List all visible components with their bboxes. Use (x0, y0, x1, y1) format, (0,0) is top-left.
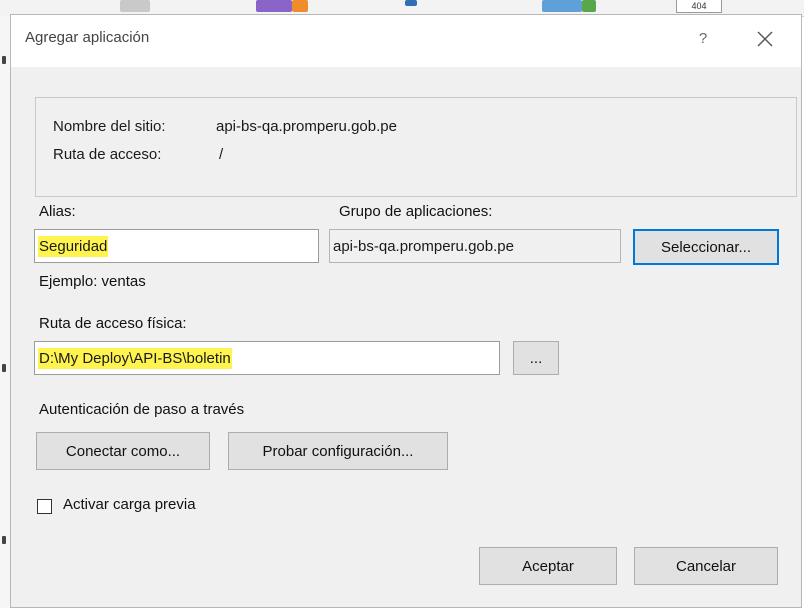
background-fragment (405, 0, 417, 6)
auth-label: Autenticación de paso a través (39, 401, 245, 418)
site-info-panel: Nombre del sitio: api-bs-qa.promperu.gob… (35, 97, 797, 197)
browse-button[interactable]: ... (513, 341, 559, 375)
physical-path-input[interactable]: D:\My Deploy\API-BS\boletin (34, 341, 500, 375)
connect-as-button[interactable]: Conectar como... (36, 432, 210, 470)
app-pool-label: Grupo de aplicaciones: (339, 203, 493, 220)
site-name-label: Nombre del sitio: (53, 118, 166, 135)
preload-label: Activar carga previa (63, 496, 196, 513)
path-label: Ruta de acceso: (53, 146, 162, 163)
alias-input[interactable]: Seguridad (34, 229, 319, 263)
test-settings-button[interactable]: Probar configuración... (228, 432, 448, 470)
dialog-title: Agregar aplicación (25, 29, 150, 46)
background-fragment (256, 0, 292, 12)
background-mark (2, 364, 6, 372)
alias-example: Ejemplo: ventas (39, 273, 146, 290)
select-app-pool-button[interactable]: Seleccionar... (633, 229, 779, 265)
background-mark (2, 536, 6, 544)
background-window-edge (0, 16, 10, 608)
add-application-dialog: Agregar aplicación ? Nombre del sitio: a… (10, 14, 802, 608)
help-button[interactable]: ? (691, 27, 715, 51)
app-pool-field: api-bs-qa.promperu.gob.pe (329, 229, 621, 263)
ok-button[interactable]: Aceptar (479, 547, 617, 585)
screen: 404 Agregar aplicación ? Nombre del siti… (0, 0, 804, 608)
background-fragment (292, 0, 308, 12)
site-name-value: api-bs-qa.promperu.gob.pe (216, 118, 397, 135)
physical-path-value: D:\My Deploy\API-BS\boletin (38, 347, 232, 369)
background-fragment (542, 0, 582, 12)
alias-input-value: Seguridad (38, 235, 109, 257)
app-pool-value: api-bs-qa.promperu.gob.pe (333, 237, 514, 255)
background-mark (2, 56, 6, 64)
alias-label: Alias: (39, 203, 76, 220)
close-button[interactable] (751, 25, 779, 53)
path-value: / (219, 146, 224, 163)
dialog-titlebar: Agregar aplicación ? (11, 15, 801, 67)
physical-path-label: Ruta de acceso física: (39, 315, 187, 332)
preload-checkbox[interactable] (37, 499, 52, 514)
background-fragment (582, 0, 596, 12)
background-tab-number: 404 (676, 0, 722, 13)
close-icon (757, 31, 773, 47)
cancel-button[interactable]: Cancelar (634, 547, 778, 585)
background-fragment (120, 0, 150, 12)
